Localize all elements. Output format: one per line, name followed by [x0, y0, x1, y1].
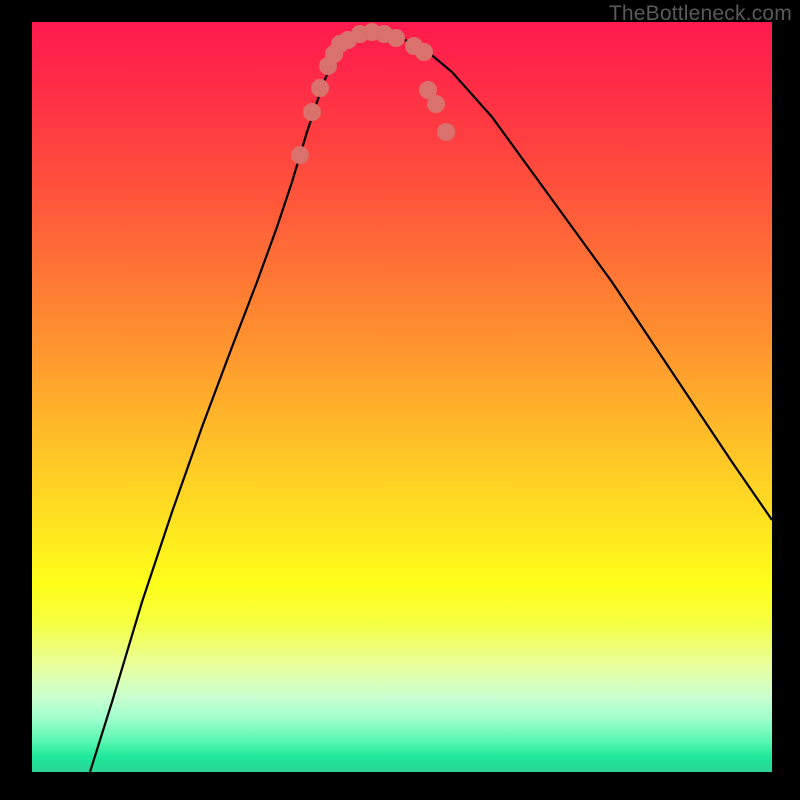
watermark-text: TheBottleneck.com: [609, 2, 792, 26]
highlight-dot: [437, 123, 455, 141]
highlight-dot: [427, 95, 445, 113]
highlight-dot: [387, 29, 405, 47]
highlight-dots: [291, 23, 455, 164]
highlight-dot: [303, 103, 321, 121]
highlight-dot: [415, 43, 433, 61]
plot-area: [32, 22, 772, 772]
highlight-dot: [291, 146, 309, 164]
highlight-dot: [311, 79, 329, 97]
chart-frame: TheBottleneck.com: [0, 0, 800, 800]
chart-svg: [32, 22, 772, 772]
bottleneck-curve: [90, 32, 772, 772]
